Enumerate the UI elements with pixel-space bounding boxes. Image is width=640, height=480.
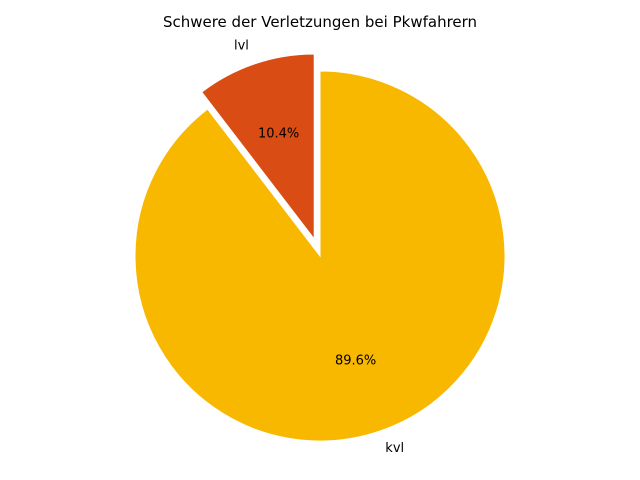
- pie-slice-kvl: [134, 70, 506, 442]
- percent-label-kvl: 89.6%: [335, 354, 376, 369]
- pie-chart: Schwere der Verletzungen bei Pkwfahrern …: [134, 13, 506, 456]
- category-label-kvl: kvl: [385, 441, 404, 456]
- category-label-lvl: lvl: [234, 39, 249, 54]
- percent-label-lvl: 10.4%: [258, 126, 299, 141]
- chart-title: Schwere der Verletzungen bei Pkwfahrern: [163, 13, 477, 31]
- pie-slices: [134, 53, 506, 442]
